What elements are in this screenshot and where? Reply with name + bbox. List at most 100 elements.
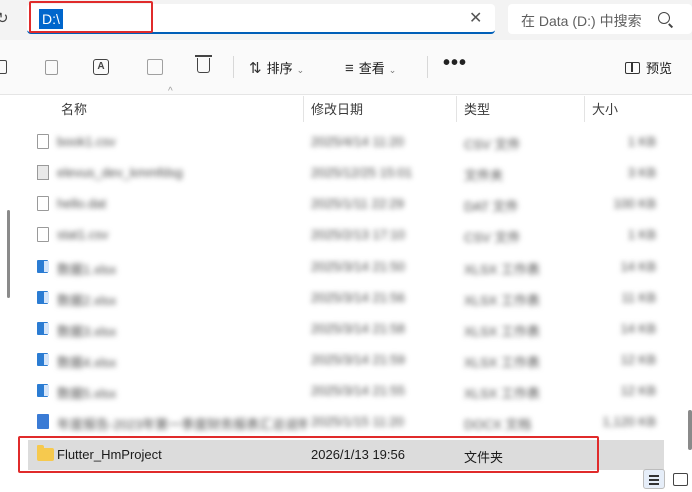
document-icon bbox=[37, 227, 49, 242]
file-type: XLSX 工作表 bbox=[464, 262, 540, 277]
file-date: 2025/4/14 11:20 bbox=[311, 134, 405, 149]
copy-icon[interactable] bbox=[45, 60, 58, 75]
file-size: 1 KB bbox=[627, 134, 656, 149]
folder-icon bbox=[37, 445, 54, 461]
file-name: book1.csv bbox=[57, 134, 116, 149]
spreadsheet-icon bbox=[37, 384, 49, 397]
file-size: 14 KB bbox=[620, 321, 656, 336]
folder-type: 文件夹 bbox=[464, 450, 504, 465]
tiles-view-icon[interactable] bbox=[673, 473, 688, 486]
list-item[interactable]: hello.dat 2025/1/11 22:29 DAT 文件 100 KB bbox=[28, 189, 664, 219]
column-header-date[interactable]: 修改日期 bbox=[311, 99, 363, 118]
preview-icon bbox=[625, 62, 640, 74]
view-button[interactable]: ≡ 查看 ⌄ bbox=[345, 58, 396, 77]
file-date: 2025/1/11 22:29 bbox=[311, 196, 405, 211]
search-icon[interactable] bbox=[658, 12, 670, 24]
search-placeholder: 在 Data (D:) 中搜索 bbox=[521, 13, 642, 29]
file-size: 1,120 KB bbox=[602, 414, 657, 429]
file-name: stat1.csv bbox=[57, 227, 109, 242]
list-item[interactable]: 数据4.xlsx 2025/3/14 21:59 XLSX 工作表 12 KB bbox=[28, 345, 664, 375]
file-type: CSV 文件 bbox=[464, 137, 521, 152]
spreadsheet-icon bbox=[37, 322, 49, 335]
file-name: 数据2.xlsx bbox=[57, 293, 117, 308]
details-view-icon[interactable] bbox=[643, 469, 665, 489]
address-input[interactable]: D:\ ✕ bbox=[27, 4, 495, 34]
sort-label: 排序 bbox=[266, 61, 293, 76]
file-size: 100 KB bbox=[613, 196, 656, 211]
column-divider[interactable] bbox=[303, 96, 304, 122]
clear-icon[interactable]: ✕ bbox=[469, 8, 482, 28]
chevron-down-icon: ⌄ bbox=[296, 65, 305, 75]
command-bar: A ⇅ 排序 ⌄ ≡ 查看 ⌄ ••• 预览 bbox=[0, 40, 692, 95]
file-type: XLSX 工作表 bbox=[464, 293, 540, 308]
list-item[interactable]: stat1.csv 2025/2/13 17:10 CSV 文件 1 KB bbox=[28, 220, 664, 250]
share-icon[interactable] bbox=[147, 59, 163, 75]
address-path[interactable]: D:\ bbox=[39, 9, 63, 29]
file-type: CSV 文件 bbox=[464, 230, 521, 245]
column-header-type[interactable]: 类型 bbox=[464, 99, 490, 118]
folder-name: Flutter_HmProject bbox=[57, 447, 162, 462]
file-type: XLSX 工作表 bbox=[464, 324, 540, 339]
file-name: hello.dat bbox=[57, 196, 107, 211]
file-type: DOCX 文档 bbox=[464, 417, 532, 432]
refresh-icon[interactable]: ↻ bbox=[0, 9, 9, 27]
word-document-icon bbox=[37, 414, 49, 429]
rename-icon[interactable]: A bbox=[93, 59, 109, 75]
view-label: 查看 bbox=[358, 61, 385, 76]
more-options-button[interactable]: ••• bbox=[443, 52, 467, 75]
document-icon bbox=[37, 196, 49, 211]
spreadsheet-icon bbox=[37, 291, 49, 304]
column-header-name[interactable]: 名称 bbox=[61, 99, 87, 118]
folder-date: 2026/1/13 19:56 bbox=[311, 447, 405, 462]
list-item[interactable]: 数据5.xlsx 2025/3/14 21:55 XLSX 工作表 12 KB bbox=[28, 376, 664, 406]
image-file-icon bbox=[37, 165, 49, 180]
list-item[interactable]: 数据3.xlsx 2025/3/14 21:58 XLSX 工作表 14 KB bbox=[28, 314, 664, 344]
file-type: XLSX 工作表 bbox=[464, 386, 540, 401]
right-scrollbar[interactable] bbox=[688, 410, 692, 450]
address-bar-row: ↻ D:\ ✕ 在 Data (D:) 中搜索 bbox=[0, 0, 692, 40]
list-item[interactable]: book1.csv 2025/4/14 11:20 CSV 文件 1 KB bbox=[28, 127, 664, 157]
file-size: 12 KB bbox=[620, 383, 656, 398]
file-name: 数据3.xlsx bbox=[57, 324, 117, 339]
document-icon bbox=[37, 134, 49, 149]
selected-folder-row[interactable]: Flutter_HmProject 2026/1/13 19:56 文件夹 bbox=[28, 440, 664, 470]
toolbar-divider bbox=[427, 56, 428, 78]
file-name: 数据4.xlsx bbox=[57, 355, 117, 370]
spreadsheet-icon bbox=[37, 353, 49, 366]
spreadsheet-icon bbox=[37, 260, 49, 273]
file-name: elevus_dev_kmmfdsg bbox=[57, 165, 183, 180]
sort-button[interactable]: ⇅ 排序 ⌄ bbox=[249, 58, 304, 77]
file-date: 2025/3/14 21:58 bbox=[311, 321, 405, 336]
file-name: 数据5.xlsx bbox=[57, 386, 117, 401]
file-date: 2025/12/25 15:01 bbox=[311, 165, 413, 180]
left-scrollbar[interactable] bbox=[7, 210, 10, 298]
column-header-size[interactable]: 大小 bbox=[592, 99, 618, 118]
file-type: 文件夹 bbox=[464, 168, 504, 183]
file-size: 12 KB bbox=[620, 352, 656, 367]
file-size: 1 KB bbox=[627, 227, 656, 242]
search-input[interactable]: 在 Data (D:) 中搜索 bbox=[508, 4, 692, 34]
cut-icon[interactable] bbox=[0, 60, 7, 74]
file-date: 2025/3/14 21:56 bbox=[311, 290, 405, 305]
file-size: 14 KB bbox=[620, 259, 656, 274]
sort-icon: ⇅ bbox=[249, 60, 262, 77]
list-item[interactable]: 数据2.xlsx 2025/3/14 21:56 XLSX 工作表 11 KB bbox=[28, 283, 664, 313]
view-icon: ≡ bbox=[345, 60, 354, 77]
column-divider[interactable] bbox=[456, 96, 457, 122]
toolbar-divider bbox=[233, 56, 234, 78]
file-type: XLSX 工作表 bbox=[464, 355, 540, 370]
file-name: 数据1.xlsx bbox=[57, 262, 117, 277]
file-date: 2025/3/14 21:55 bbox=[311, 383, 405, 398]
file-date: 2025/3/14 21:50 bbox=[311, 259, 405, 274]
preview-pane-button[interactable]: 预览 bbox=[625, 58, 672, 77]
list-item[interactable]: 数据1.xlsx 2025/3/14 21:50 XLSX 工作表 14 KB bbox=[28, 252, 664, 282]
file-size: 3 KB bbox=[627, 165, 656, 180]
file-date: 2025/2/13 17:10 bbox=[311, 227, 405, 242]
chevron-down-icon: ⌄ bbox=[388, 65, 397, 75]
list-item[interactable]: elevus_dev_kmmfdsg 2025/12/25 15:01 文件夹 … bbox=[28, 158, 664, 188]
file-size: 11 KB bbox=[621, 290, 656, 305]
list-item[interactable]: 年度报告-2023年第一季度财务报表汇总说明文档 2025/1/15 11:20… bbox=[28, 407, 664, 437]
file-date: 2025/3/14 21:59 bbox=[311, 352, 405, 367]
column-divider[interactable] bbox=[584, 96, 585, 122]
delete-icon[interactable] bbox=[195, 55, 212, 73]
